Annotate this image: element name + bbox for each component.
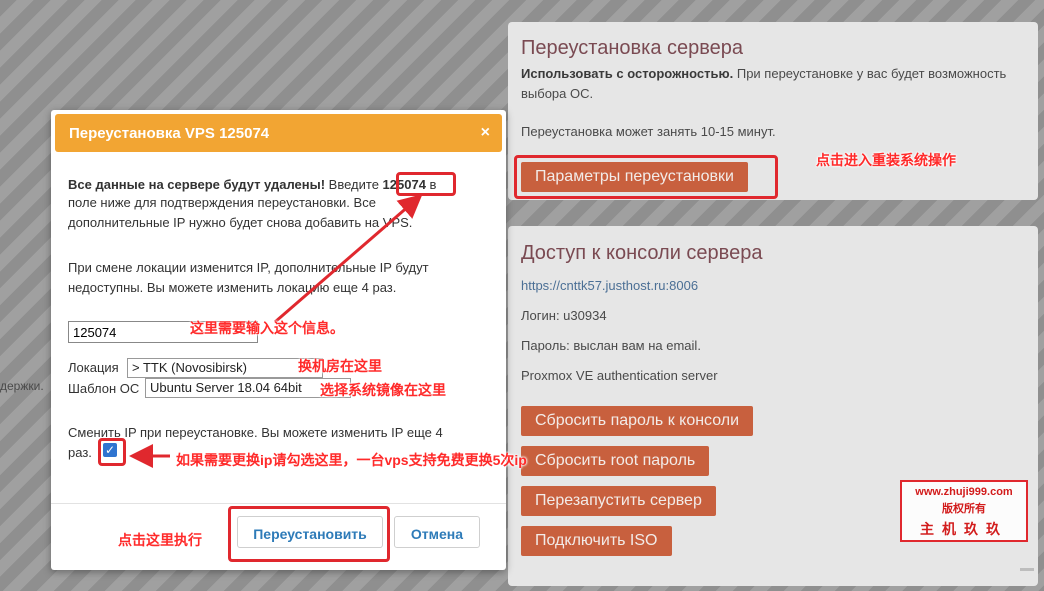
note-image-here: 选择系统镜像在这里 <box>320 382 446 398</box>
note-room-here: 换机房在这里 <box>298 358 382 374</box>
watermark-site: www.zhuji999.com <box>915 486 1013 498</box>
note-enter-reinstall: 点击进入重装系统操作 <box>816 152 956 168</box>
watermark-brand: 主机玖玖 <box>920 521 1008 537</box>
note-enter-info: 这里需要输入这个信息。 <box>190 320 344 336</box>
scrollbar-thumb[interactable] <box>1020 568 1034 571</box>
annotation-arrows <box>129 194 423 468</box>
arrow-to-vps-id <box>274 194 423 324</box>
note-click-execute: 点击这里执行 <box>118 532 202 548</box>
watermark: www.zhuji999.com 版权所有 主机玖玖 <box>900 480 1028 542</box>
note-change-ip: 如果需要更换ip请勾选这里，一台vps支持免费更换5次ip <box>176 452 527 468</box>
watermark-rights: 版权所有 <box>942 503 986 515</box>
